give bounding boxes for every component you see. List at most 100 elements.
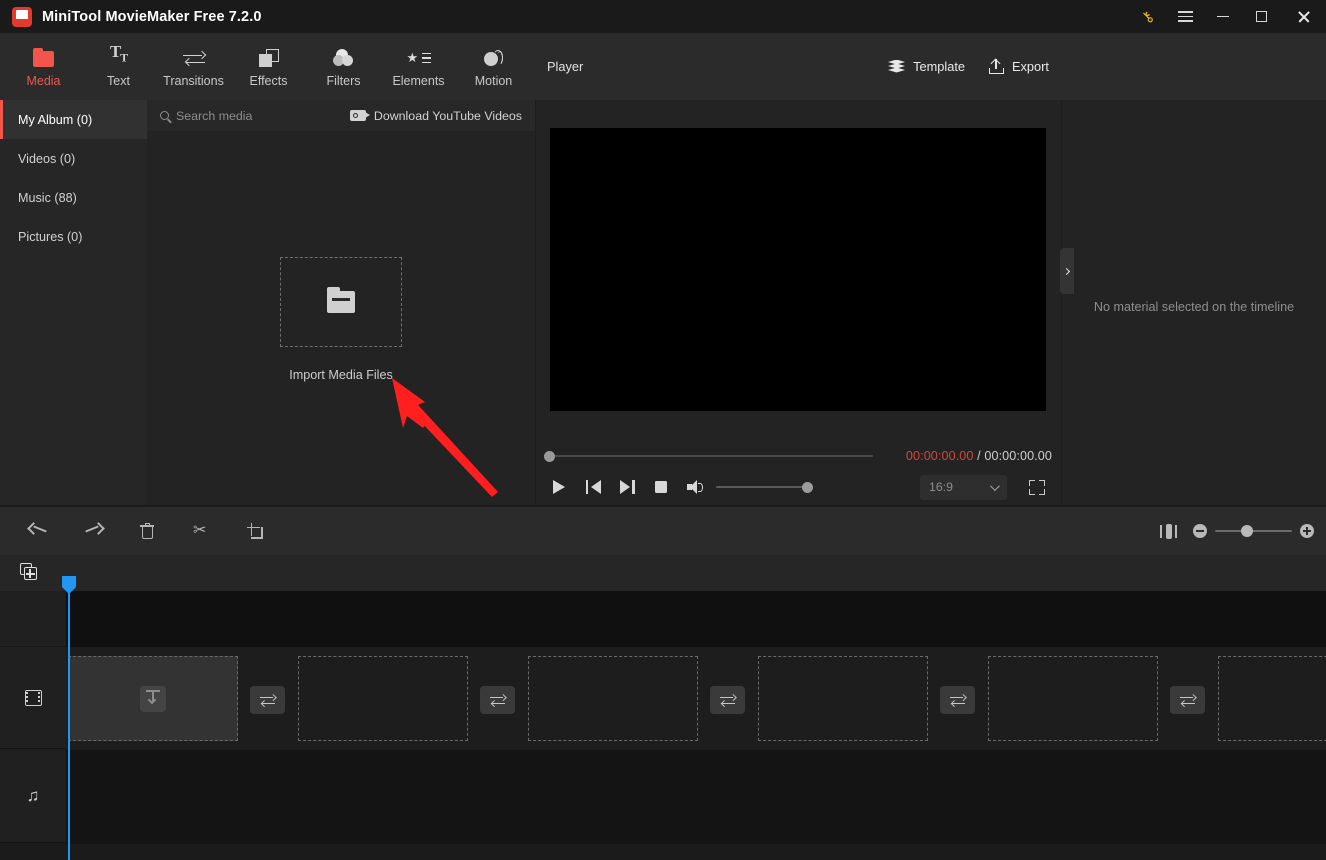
undo-button[interactable] bbox=[12, 507, 66, 555]
timeline-slot[interactable] bbox=[528, 656, 698, 741]
timeline-ruler[interactable] bbox=[0, 555, 1326, 591]
zoom-handle[interactable] bbox=[1241, 524, 1253, 537]
sidebar-item-label: Music (88) bbox=[18, 190, 77, 205]
export-upload-icon bbox=[989, 58, 1004, 74]
delete-button[interactable] bbox=[120, 507, 174, 555]
volume-slider[interactable] bbox=[716, 481, 813, 493]
timeline-toolbar: ✂ bbox=[0, 507, 1326, 555]
key-icon[interactable]: ⚷ bbox=[1128, 0, 1166, 33]
window-controls: ⚷ bbox=[1128, 0, 1326, 33]
transitions-icon bbox=[490, 693, 506, 707]
import-media-dropzone[interactable] bbox=[280, 257, 402, 347]
media-panel: My Album (0) Videos (0) Music (88) Pictu… bbox=[0, 100, 535, 505]
album-sidebar: My Album (0) Videos (0) Music (88) Pictu… bbox=[0, 100, 147, 505]
template-button[interactable]: Template bbox=[888, 59, 965, 74]
undo-icon bbox=[27, 522, 49, 539]
audio-track-row[interactable] bbox=[66, 750, 1326, 844]
timecode: 00:00:00.00 / 00:00:00.00 bbox=[906, 449, 1052, 463]
tab-media-label: Media bbox=[26, 73, 61, 88]
tab-text[interactable]: TT Text bbox=[81, 37, 156, 97]
tab-elements[interactable]: ★ Elements bbox=[381, 37, 456, 97]
sidebar-item-pictures[interactable]: Pictures (0) bbox=[0, 217, 147, 256]
tab-filters-label: Filters bbox=[326, 73, 361, 88]
maximize-icon[interactable] bbox=[1242, 0, 1280, 33]
video-preview[interactable] bbox=[550, 128, 1046, 411]
timeline-slot[interactable] bbox=[68, 656, 238, 741]
previous-frame-button[interactable] bbox=[576, 472, 610, 502]
app-logo-icon bbox=[12, 6, 32, 27]
add-media-icon[interactable] bbox=[20, 563, 40, 582]
play-button[interactable] bbox=[542, 472, 576, 502]
tab-transitions-label: Transitions bbox=[163, 73, 224, 88]
property-panel-header bbox=[1062, 33, 1326, 100]
next-frame-button[interactable] bbox=[610, 472, 644, 502]
hamburger-menu-icon[interactable] bbox=[1166, 0, 1204, 33]
track-header-video[interactable] bbox=[0, 647, 66, 749]
music-note-icon: ♫ bbox=[26, 786, 40, 805]
volume-handle[interactable] bbox=[802, 481, 813, 493]
title-track-row[interactable] bbox=[66, 591, 1326, 647]
track-headers: ♫ bbox=[0, 591, 66, 860]
fullscreen-icon[interactable] bbox=[1029, 479, 1045, 495]
media-toolbar: Download YouTube Videos bbox=[147, 100, 535, 131]
transitions-icon bbox=[1180, 693, 1196, 707]
redo-icon bbox=[83, 522, 105, 539]
timeline-slot[interactable] bbox=[988, 656, 1158, 741]
add-transition-button[interactable] bbox=[250, 686, 285, 714]
zoom-slider[interactable] bbox=[1215, 524, 1292, 537]
tab-transitions[interactable]: Transitions bbox=[156, 37, 231, 97]
import-media-label: Import Media Files bbox=[289, 368, 393, 382]
search-icon bbox=[160, 111, 169, 120]
video-track-row[interactable] bbox=[66, 648, 1326, 749]
add-transition-button[interactable] bbox=[940, 686, 975, 714]
sidebar-item-my-album[interactable]: My Album (0) bbox=[0, 100, 147, 139]
zoom-in-icon[interactable] bbox=[1300, 524, 1314, 538]
time-separator: / bbox=[977, 449, 981, 463]
sidebar-item-label: Pictures (0) bbox=[18, 229, 83, 244]
tab-media[interactable]: Media bbox=[6, 37, 81, 97]
stop-button[interactable] bbox=[644, 472, 678, 502]
playhead[interactable] bbox=[62, 576, 76, 860]
text-icon: TT bbox=[109, 42, 128, 65]
add-transition-button[interactable] bbox=[710, 686, 745, 714]
timeline-slot[interactable] bbox=[298, 656, 468, 741]
add-transition-button[interactable] bbox=[1170, 686, 1205, 714]
transitions-icon bbox=[950, 693, 966, 707]
window-title: MiniTool MovieMaker Free 7.2.0 bbox=[42, 8, 262, 25]
add-transition-button[interactable] bbox=[480, 686, 515, 714]
video-camera-icon bbox=[349, 110, 370, 121]
tab-motion[interactable]: Motion bbox=[456, 37, 531, 97]
empty-state-message: No material selected on the timeline bbox=[1093, 300, 1295, 314]
download-youtube-button[interactable]: Download YouTube Videos bbox=[349, 109, 522, 123]
player-header: Player Template Export bbox=[536, 33, 1061, 100]
volume-button[interactable] bbox=[678, 472, 712, 502]
transitions-icon bbox=[182, 46, 206, 67]
timeline-slot[interactable] bbox=[1218, 656, 1326, 741]
minimize-icon[interactable] bbox=[1204, 0, 1242, 33]
split-button[interactable]: ✂ bbox=[174, 507, 228, 555]
seek-handle[interactable] bbox=[544, 450, 555, 462]
tab-filters[interactable]: Filters bbox=[306, 37, 381, 97]
timeline-slot[interactable] bbox=[758, 656, 928, 741]
close-icon[interactable] bbox=[1280, 0, 1326, 33]
crop-button[interactable] bbox=[228, 507, 282, 555]
collapse-panel-button[interactable] bbox=[1060, 248, 1074, 294]
search-input[interactable] bbox=[176, 108, 326, 123]
export-label: Export bbox=[1012, 59, 1049, 74]
redo-button[interactable] bbox=[66, 507, 120, 555]
track-header-audio[interactable]: ♫ bbox=[0, 749, 66, 843]
fit-to-timeline-icon[interactable] bbox=[1160, 523, 1177, 539]
transitions-icon bbox=[260, 693, 276, 707]
aspect-ratio-select[interactable]: 16:9 bbox=[920, 474, 1007, 500]
seek-slider[interactable] bbox=[548, 454, 873, 458]
search-box[interactable] bbox=[160, 108, 326, 123]
layers-icon bbox=[888, 59, 906, 74]
export-button[interactable]: Export bbox=[989, 58, 1049, 74]
sidebar-item-videos[interactable]: Videos (0) bbox=[0, 139, 147, 178]
property-panel: No material selected on the timeline bbox=[1062, 100, 1326, 505]
timeline-canvas[interactable] bbox=[66, 591, 1326, 860]
download-arrow-icon bbox=[140, 685, 166, 712]
sidebar-item-music[interactable]: Music (88) bbox=[0, 178, 147, 217]
tab-effects[interactable]: Effects bbox=[231, 37, 306, 97]
zoom-out-icon[interactable] bbox=[1193, 524, 1207, 538]
